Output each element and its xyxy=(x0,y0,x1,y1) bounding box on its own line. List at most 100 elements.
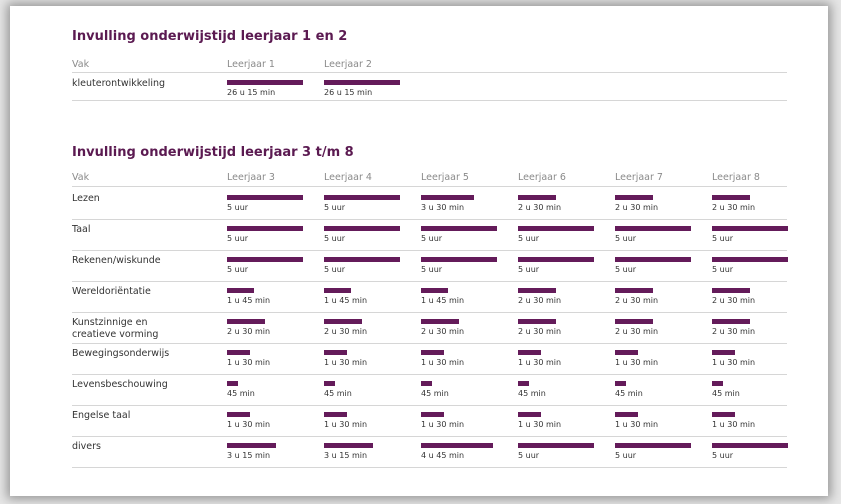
hours-value: 5 uur xyxy=(712,234,734,243)
hours-value: 1 u 30 min xyxy=(324,358,368,367)
row-divider xyxy=(72,100,787,101)
hours-value: 1 u 30 min xyxy=(615,358,659,367)
hours-value: 2 u 30 min xyxy=(518,327,562,336)
column-header-leerjaar: Leerjaar 3 xyxy=(227,172,275,183)
hours-bar xyxy=(712,319,750,324)
hours-bar xyxy=(615,195,653,200)
subject-label: kleuterontwikkeling xyxy=(72,78,166,89)
hours-bar xyxy=(712,350,735,355)
hours-bar xyxy=(421,226,497,231)
hours-bar xyxy=(421,257,497,262)
hours-bar xyxy=(712,412,735,417)
hours-bar xyxy=(227,381,238,386)
hours-value: 1 u 45 min xyxy=(324,296,368,305)
hours-bar xyxy=(421,350,444,355)
hours-bar xyxy=(324,288,351,293)
hours-bar xyxy=(227,443,276,448)
hours-bar xyxy=(324,443,373,448)
hours-value: 3 u 15 min xyxy=(227,451,271,460)
hours-value: 2 u 30 min xyxy=(227,327,271,336)
row-divider xyxy=(72,281,787,282)
header-divider xyxy=(72,186,787,187)
hours-value: 45 min xyxy=(227,389,255,398)
hours-value: 45 min xyxy=(712,389,740,398)
hours-bar xyxy=(518,443,594,448)
hours-bar xyxy=(518,195,556,200)
column-header-leerjaar: Leerjaar 4 xyxy=(324,172,372,183)
hours-value: 5 uur xyxy=(518,451,540,460)
hours-bar xyxy=(712,288,750,293)
hours-bar xyxy=(324,226,400,231)
row-divider xyxy=(72,436,787,437)
header-divider xyxy=(72,72,787,73)
hours-value: 3 u 15 min xyxy=(324,451,368,460)
hours-value: 1 u 30 min xyxy=(227,420,271,429)
column-header-leerjaar: Leerjaar 2 xyxy=(324,59,372,70)
hours-value: 5 uur xyxy=(615,265,637,274)
hours-bar xyxy=(712,226,788,231)
subject-label: Taal xyxy=(72,224,91,235)
hours-bar xyxy=(421,443,493,448)
hours-value: 2 u 30 min xyxy=(712,203,756,212)
row-divider xyxy=(72,219,787,220)
row-divider xyxy=(72,467,787,468)
column-header-leerjaar: Leerjaar 6 xyxy=(518,172,566,183)
hours-bar xyxy=(712,381,723,386)
hours-value: 5 uur xyxy=(421,265,443,274)
hours-bar xyxy=(421,381,432,386)
hours-bar xyxy=(324,319,362,324)
hours-value: 1 u 30 min xyxy=(712,420,756,429)
row-divider xyxy=(72,250,787,251)
column-header-leerjaar: Leerjaar 5 xyxy=(421,172,469,183)
hours-bar xyxy=(324,195,400,200)
hours-bar xyxy=(324,257,400,262)
hours-value: 2 u 30 min xyxy=(421,327,465,336)
hours-bar xyxy=(712,443,788,448)
column-header-leerjaar: Leerjaar 1 xyxy=(227,59,275,70)
hours-value: 45 min xyxy=(421,389,449,398)
hours-bar xyxy=(615,257,691,262)
hours-bar xyxy=(518,257,594,262)
hours-value: 1 u 30 min xyxy=(712,358,756,367)
hours-bar xyxy=(227,412,250,417)
hours-value: 1 u 30 min xyxy=(421,420,465,429)
hours-bar xyxy=(421,288,448,293)
hours-bar xyxy=(421,412,444,417)
hours-bar xyxy=(227,288,254,293)
hours-value: 1 u 30 min xyxy=(324,420,368,429)
hours-bar xyxy=(227,257,303,262)
hours-value: 5 uur xyxy=(712,265,734,274)
hours-value: 5 uur xyxy=(615,234,637,243)
hours-value: 45 min xyxy=(518,389,546,398)
hours-value: 1 u 30 min xyxy=(518,420,562,429)
hours-bar xyxy=(324,412,347,417)
hours-bar xyxy=(518,350,541,355)
hours-value: 2 u 30 min xyxy=(712,296,756,305)
hours-value: 1 u 30 min xyxy=(615,420,659,429)
hours-bar xyxy=(421,319,459,324)
hours-value: 5 uur xyxy=(227,265,249,274)
row-divider xyxy=(72,374,787,375)
hours-value: 1 u 45 min xyxy=(421,296,465,305)
hours-bar xyxy=(421,195,474,200)
hours-value: 5 uur xyxy=(324,234,346,243)
hours-bar xyxy=(518,288,556,293)
hours-bar xyxy=(227,319,265,324)
section2-title: Invulling onderwijstijd leerjaar 3 t/m 8 xyxy=(72,145,354,160)
hours-bar xyxy=(227,195,303,200)
hours-value: 2 u 30 min xyxy=(615,296,659,305)
hours-value: 45 min xyxy=(615,389,643,398)
hours-value: 4 u 45 min xyxy=(421,451,465,460)
hours-bar xyxy=(324,350,347,355)
hours-bar xyxy=(227,350,250,355)
hours-bar xyxy=(615,443,691,448)
hours-value: 26 u 15 min xyxy=(324,88,373,97)
hours-bar xyxy=(518,381,529,386)
hours-value: 2 u 30 min xyxy=(324,327,368,336)
hours-value: 2 u 30 min xyxy=(615,327,659,336)
hours-bar xyxy=(712,195,750,200)
hours-bar xyxy=(712,257,788,262)
hours-value: 2 u 30 min xyxy=(615,203,659,212)
subject-label: Bewegingsonderwijs xyxy=(72,348,170,359)
hours-bar xyxy=(324,80,400,85)
